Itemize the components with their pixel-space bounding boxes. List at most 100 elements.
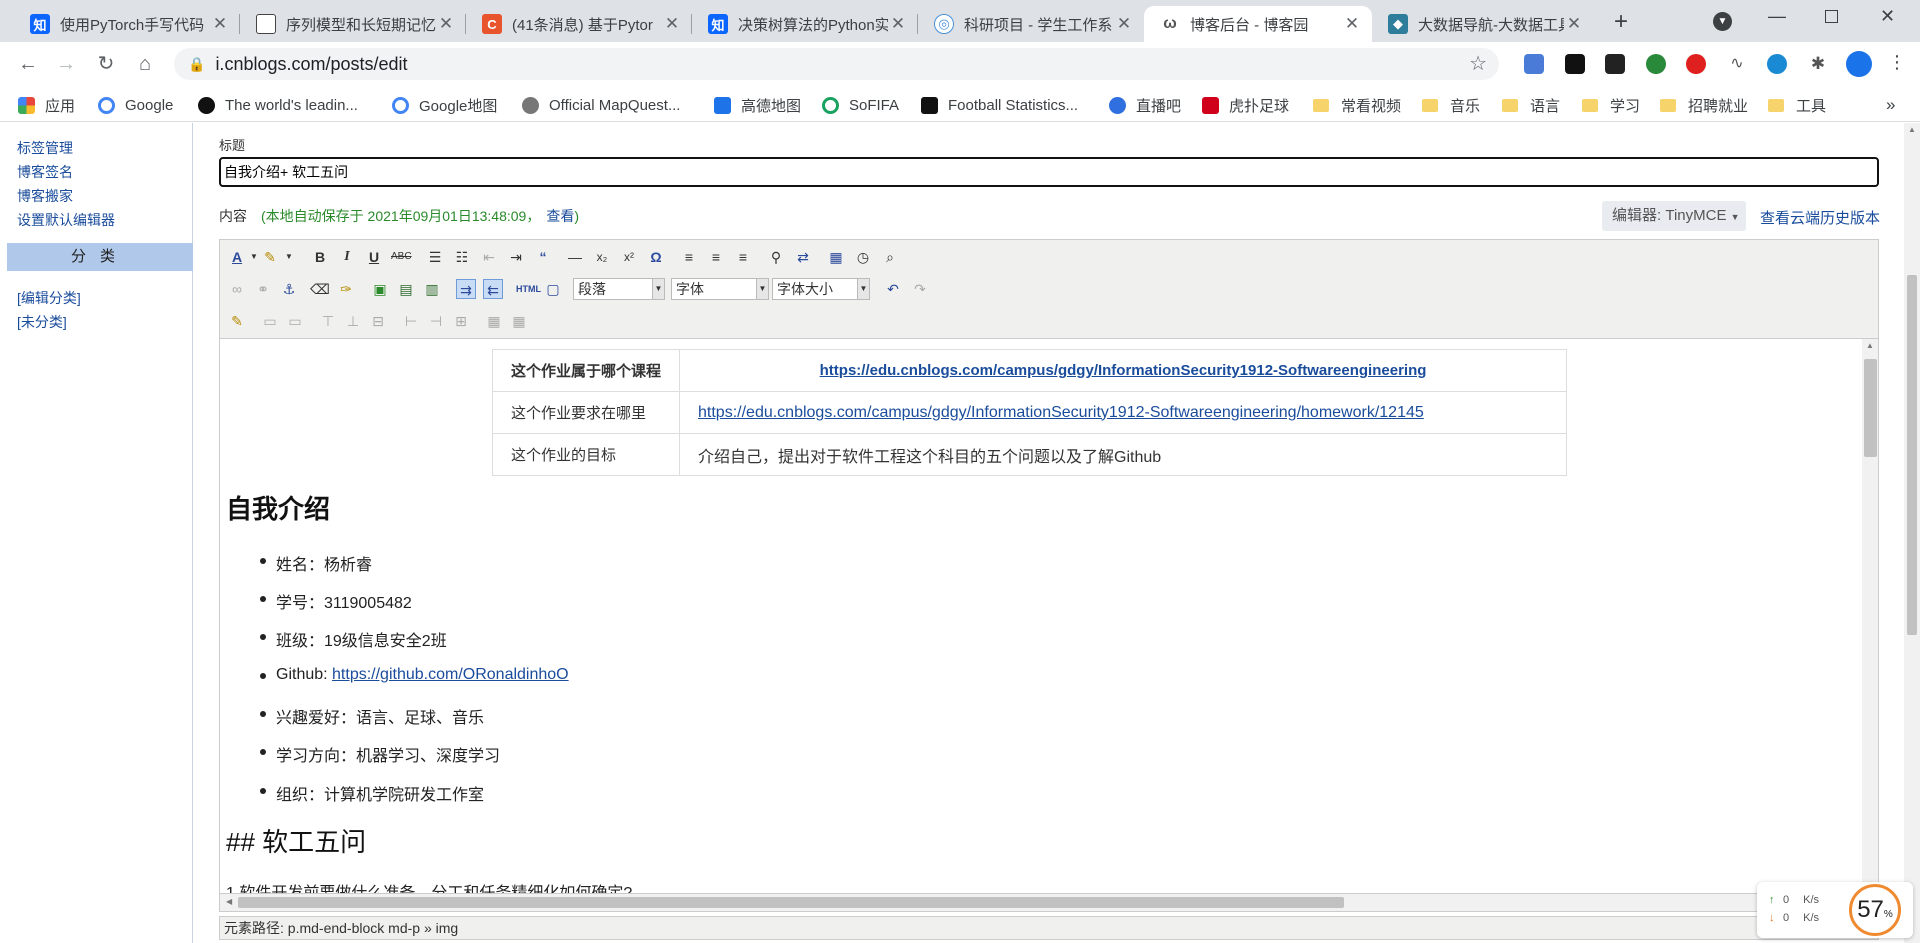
- back-icon[interactable]: ←: [14, 50, 42, 78]
- pulse-extension-icon[interactable]: ∿: [1727, 54, 1747, 74]
- ltr-icon[interactable]: ⇉: [456, 279, 476, 299]
- subscript-icon[interactable]: x₂: [592, 247, 612, 267]
- close-tab-icon[interactable]: ✕: [1564, 14, 1584, 34]
- bookmark-folder[interactable]: 常看视频: [1313, 94, 1401, 116]
- forward-icon[interactable]: →: [52, 50, 80, 78]
- uncategorized-link[interactable]: [未分类]: [17, 312, 67, 332]
- bullet-list-icon[interactable]: ☰: [425, 247, 445, 267]
- anchor-icon[interactable]: ⚓: [279, 279, 299, 299]
- strikethrough-icon[interactable]: ABC: [391, 247, 412, 267]
- minimize-icon[interactable]: —: [1768, 6, 1786, 27]
- homework-link[interactable]: https://edu.cnblogs.com/campus/gdgy/Info…: [698, 404, 1424, 421]
- close-tab-icon[interactable]: ✕: [1342, 14, 1362, 34]
- grammar-extension-icon[interactable]: [1605, 54, 1625, 74]
- numbered-list-icon[interactable]: ☷: [452, 247, 472, 267]
- redo-icon[interactable]: ↷: [910, 279, 930, 299]
- format-select[interactable]: 段落 ▼: [573, 278, 665, 300]
- browser-tab[interactable]: C (41条消息) 基于Pytor ✕: [466, 6, 692, 42]
- profile-avatar-icon[interactable]: [1846, 51, 1872, 77]
- bookmark-folder[interactable]: 音乐: [1422, 94, 1480, 116]
- link-icon[interactable]: ∞: [227, 279, 247, 299]
- preview-icon[interactable]: ⌕: [880, 247, 900, 267]
- edit-table-icon[interactable]: ✎: [227, 311, 247, 331]
- bookmark-football-stats[interactable]: Football Statistics...: [921, 94, 1078, 116]
- sidebar-item-default-editor[interactable]: 设置默认编辑器: [17, 210, 115, 230]
- scroll-left-icon[interactable]: ◀: [226, 897, 232, 906]
- github-link[interactable]: https://github.com/ORonaldinhoO: [332, 666, 569, 683]
- bookmark-hupu[interactable]: 虎扑足球: [1202, 94, 1289, 116]
- font-family-select[interactable]: 字体 ▼: [671, 278, 769, 300]
- scrollbar-thumb[interactable]: [1907, 275, 1917, 635]
- bookmark-folder[interactable]: 学习: [1582, 94, 1640, 116]
- bookmark-zhibo8[interactable]: 直播吧: [1109, 94, 1181, 116]
- insert-image-icon[interactable]: ▤: [396, 279, 416, 299]
- leetcode-extension-icon[interactable]: [1565, 54, 1585, 74]
- address-bar[interactable]: 🔒 i.cnblogs.com/posts/edit ☆: [174, 48, 1499, 80]
- bookmark-sofifa[interactable]: SoFIFA: [822, 94, 899, 116]
- bookmark-apps[interactable]: 应用: [18, 94, 75, 116]
- more-bookmarks-button[interactable]: »: [1886, 94, 1895, 116]
- outdent-icon[interactable]: ⇤: [479, 247, 499, 267]
- horizontal-rule-icon[interactable]: —: [565, 247, 585, 267]
- chevron-down-icon[interactable]: ▼: [279, 247, 299, 267]
- scroll-up-icon[interactable]: ▲: [1866, 341, 1874, 350]
- star-icon[interactable]: ☆: [1469, 51, 1487, 76]
- close-tab-icon[interactable]: ✕: [1114, 14, 1134, 34]
- tab-search-icon[interactable]: ▼: [1713, 12, 1732, 31]
- puzzle-extensions-icon[interactable]: ✱: [1808, 54, 1828, 74]
- insert-col-before-icon[interactable]: ⊢: [401, 311, 421, 331]
- browser-tab-active[interactable]: ω 博客后台 - 博客园 ✕: [1144, 6, 1372, 42]
- scrollbar-thumb[interactable]: [238, 897, 1344, 908]
- bold-icon[interactable]: B: [310, 247, 330, 267]
- html-source-icon[interactable]: HTML: [516, 279, 541, 299]
- font-size-select[interactable]: 字体大小 ▼: [772, 278, 870, 300]
- bookmark-github[interactable]: The world's leadin...: [198, 94, 358, 116]
- blockquote-icon[interactable]: “: [533, 247, 553, 267]
- replace-icon[interactable]: ⇄: [793, 247, 813, 267]
- insert-row-before-icon[interactable]: ⊤: [318, 311, 338, 331]
- browser-tab[interactable]: 知 使用PyTorch手写代码 ✕: [14, 6, 240, 42]
- sidebar-item-tags[interactable]: 标签管理: [17, 138, 73, 158]
- clear-format-icon[interactable]: ⌫: [310, 279, 330, 299]
- close-tab-icon[interactable]: ✕: [210, 14, 230, 34]
- upload-image-icon[interactable]: ▣: [370, 279, 390, 299]
- delete-row-icon[interactable]: ⊟: [368, 311, 388, 331]
- align-right-icon[interactable]: ≡: [733, 247, 753, 267]
- underline-icon[interactable]: U: [364, 247, 384, 267]
- adblock-extension-icon[interactable]: [1686, 54, 1706, 74]
- align-center-icon[interactable]: ≡: [706, 247, 726, 267]
- edit-category-link[interactable]: [编辑分类]: [17, 288, 81, 308]
- fullscreen-icon[interactable]: ▢: [543, 279, 563, 299]
- title-input[interactable]: [219, 157, 1879, 187]
- content-horizontal-scrollbar[interactable]: ◀: [219, 894, 1879, 912]
- reload-icon[interactable]: ↻: [92, 50, 120, 78]
- bookmark-folder[interactable]: 招聘就业: [1660, 94, 1748, 116]
- editor-content[interactable]: 这个作业属于哪个课程 https://edu.cnblogs.com/campu…: [219, 339, 1879, 894]
- home-icon[interactable]: ⌂: [131, 50, 159, 78]
- merge-cells-icon[interactable]: ▦: [509, 311, 529, 331]
- bookmark-google-maps[interactable]: Google地图: [392, 94, 497, 116]
- insert-media-icon[interactable]: ▥: [422, 279, 442, 299]
- highlight-color-icon[interactable]: ✎: [260, 247, 280, 267]
- sidebar-item-signature[interactable]: 博客签名: [17, 162, 73, 182]
- rtl-icon[interactable]: ⇇: [483, 279, 503, 299]
- scroll-up-icon[interactable]: ▲: [1908, 125, 1916, 134]
- new-tab-icon[interactable]: +: [1614, 8, 1628, 36]
- align-left-icon[interactable]: ≡: [679, 247, 699, 267]
- bookmark-google[interactable]: Google: [98, 94, 173, 116]
- sidebar-item-migration[interactable]: 博客搬家: [17, 186, 73, 206]
- globe-extension-icon[interactable]: [1646, 54, 1666, 74]
- table-row-props-icon[interactable]: ▭: [260, 311, 280, 331]
- page-vertical-scrollbar[interactable]: ▲: [1904, 123, 1920, 943]
- bookmark-folder[interactable]: 语言: [1502, 94, 1560, 116]
- cleanup-icon[interactable]: ✑: [336, 279, 356, 299]
- italic-icon[interactable]: I: [337, 247, 357, 267]
- insert-row-after-icon[interactable]: ⊥: [343, 311, 363, 331]
- insert-col-after-icon[interactable]: ⊣: [426, 311, 446, 331]
- scrollbar-thumb[interactable]: [1864, 359, 1877, 457]
- delete-col-icon[interactable]: ⊞: [451, 311, 471, 331]
- bookmark-mapquest[interactable]: Official MapQuest...: [522, 94, 680, 116]
- close-window-icon[interactable]: ✕: [1880, 6, 1895, 27]
- undo-icon[interactable]: ↶: [883, 279, 903, 299]
- special-char-icon[interactable]: Ω: [646, 247, 666, 267]
